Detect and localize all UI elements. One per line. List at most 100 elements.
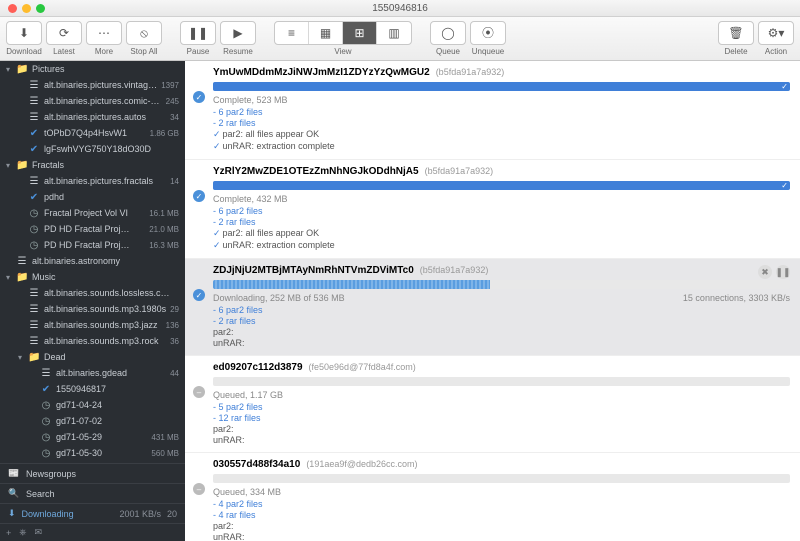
download-status[interactable]: ⬇ Downloading 2001 KB/s 20 xyxy=(0,503,185,523)
sidebar-item-meta: 34 xyxy=(170,113,179,122)
disclosure-icon[interactable]: ▾ xyxy=(4,273,12,282)
item-name: YzRlY2MwZDE1OTEzZmNhNGJkODdhNjA5 xyxy=(213,166,419,177)
view-segmented[interactable]: ≡ ▦ ⊞ ▥ xyxy=(274,21,412,45)
disclosure-icon[interactable]: ▾ xyxy=(16,353,24,362)
sidebar-item[interactable]: ✔pdhd xyxy=(0,189,185,205)
More-icon: ⋯ xyxy=(98,27,110,39)
item-name: ed09207c112d3879 xyxy=(213,362,303,373)
sidebar-item[interactable]: ☰alt.binaries.gdead44 xyxy=(0,365,185,381)
sidebar-section-search[interactable]: 🔍 Search xyxy=(0,483,185,503)
cancel-button[interactable]: ✖ xyxy=(758,265,772,279)
pause-button[interactable]: ❚❚ xyxy=(776,265,790,279)
sidebar-item[interactable]: ◷gd71-05-29431 MB xyxy=(0,429,185,445)
footer-button[interactable]: ⎈ xyxy=(19,527,26,538)
file-line[interactable]: - 6 par2 files xyxy=(213,305,790,315)
footer-button[interactable]: ✉ xyxy=(34,527,42,538)
Download-button[interactable]: ⬇ xyxy=(7,22,41,44)
disclosure-icon[interactable]: ▾ xyxy=(4,65,12,74)
Delete-button[interactable]: 🗑 xyxy=(719,22,753,44)
Queue-icon: ◯ xyxy=(441,27,454,39)
file-line[interactable]: - 2 rar files xyxy=(213,118,790,128)
view-mode-icon: ▥ xyxy=(388,27,399,39)
view-mode-button[interactable]: ▥ xyxy=(377,22,411,44)
view-label: View xyxy=(334,47,351,56)
sidebar-item-meta: 560 MB xyxy=(151,449,179,458)
view-mode-button[interactable]: ▦ xyxy=(309,22,343,44)
download-item[interactable]: –030557d488f34a10(191aea9f@dedb26cc.com)… xyxy=(185,453,800,541)
sidebar-item[interactable]: ✔lgFswhVYG750Y18dO30D xyxy=(0,141,185,157)
download-item[interactable]: ✓✖❚❚ZDJjNjU2MTBjMTAyNmRhNTVmZDViMTc0(b5f… xyxy=(185,259,800,356)
file-line[interactable]: - 5 par2 files xyxy=(213,402,790,412)
sidebar-item[interactable]: ◷PD HD Fractal Proj…16.3 MB xyxy=(0,237,185,253)
toolbar-label: Stop All xyxy=(130,47,157,56)
sidebar-item-label: alt.binaries.astronomy xyxy=(32,256,175,266)
item-status-text: Queued, 334 MB xyxy=(213,487,281,497)
sidebar-item[interactable]: ✔tOPbD7Q4p4HsvW11.86 GB xyxy=(0,125,185,141)
sidebar-item[interactable]: ▾📁Music xyxy=(0,269,185,285)
sidebar-item[interactable]: ☰alt.binaries.pictures.fractals14 xyxy=(0,173,185,189)
sidebar-item[interactable]: ☰alt.binaries.pictures.autos34 xyxy=(0,109,185,125)
proc-text: unRAR: extraction complete xyxy=(223,240,335,250)
sidebar-item[interactable]: ◷gd71-04-24 xyxy=(0,397,185,413)
view-mode-icon: ▦ xyxy=(320,27,331,39)
clock-icon: ◷ xyxy=(40,432,52,443)
file-line[interactable]: - 2 rar files xyxy=(213,217,790,227)
file-line[interactable]: - 6 par2 files xyxy=(213,206,790,216)
check-icon: ✓ xyxy=(213,141,221,151)
sidebar-item[interactable]: ☰alt.binaries.sounds.mp3.1980s29 xyxy=(0,301,185,317)
sidebar-item[interactable]: ▾📁Fractals xyxy=(0,157,185,173)
file-line[interactable]: - 12 rar files xyxy=(213,413,790,423)
sidebar-item[interactable]: ✔1550946817 xyxy=(0,381,185,397)
footer-button[interactable]: + xyxy=(6,528,11,538)
sidebar-item[interactable]: ☰alt.binaries.astronomy xyxy=(0,253,185,269)
sidebar-item-meta: 1.86 GB xyxy=(150,129,179,138)
search-icon: 🔍 xyxy=(8,488,20,499)
sidebar-item[interactable]: ☰alt.binaries.pictures.comic-st…245 xyxy=(0,93,185,109)
Delete-icon: 🗑 xyxy=(728,27,743,39)
disclosure-icon[interactable]: ▾ xyxy=(4,161,12,170)
sidebar-item[interactable]: ☰alt.binaries.pictures.vintage…1397 xyxy=(0,77,185,93)
source-list[interactable]: ▾📁Pictures☰alt.binaries.pictures.vintage… xyxy=(0,61,185,463)
view-mode-button[interactable]: ⊞ xyxy=(343,22,377,44)
Resume-button[interactable]: ▶ xyxy=(221,22,255,44)
sidebar-item-meta: 16.1 MB xyxy=(149,209,179,218)
Latest-button[interactable]: ⟳ xyxy=(47,22,81,44)
sidebar-item-label: gd71-04-24 xyxy=(56,400,175,410)
download-item[interactable]: ✓YzRlY2MwZDE1OTEzZmNhNGJkODdhNjA5(b5fda9… xyxy=(185,160,800,259)
sidebar-item-meta: 21.0 MB xyxy=(149,225,179,234)
item-hash: (fe50e96d@77fd8a4f.com) xyxy=(309,362,416,372)
Unqueue-icon: ⦿ xyxy=(482,27,494,39)
sidebar-item[interactable]: ◷gd71-07-02 xyxy=(0,413,185,429)
sidebar-item[interactable]: ☰alt.binaries.sounds.mp3.jazz136 xyxy=(0,317,185,333)
sidebar-item-label: alt.binaries.sounds.mp3.1980s xyxy=(44,304,166,314)
download-item[interactable]: –ed09207c112d3879(fe50e96d@77fd8a4f.com)… xyxy=(185,356,800,453)
sidebar-item[interactable]: ◷gd71-05-30560 MB xyxy=(0,445,185,461)
toolbar-label: Delete xyxy=(724,47,747,56)
sidebar-item[interactable]: ◷PD HD Fractal Proj…21.0 MB xyxy=(0,221,185,237)
file-icon: ☰ xyxy=(28,176,40,187)
window-title: 1550946816 xyxy=(0,3,800,14)
file-line[interactable]: - 6 par2 files xyxy=(213,107,790,117)
file-line[interactable]: - 4 rar files xyxy=(213,510,790,520)
Unqueue-button[interactable]: ⦿ xyxy=(471,22,505,44)
Queue-button[interactable]: ◯ xyxy=(431,22,465,44)
view-mode-button[interactable]: ≡ xyxy=(275,22,309,44)
sidebar-section-newsgroups[interactable]: 📰Newsgroups xyxy=(0,463,185,483)
More-button[interactable]: ⋯ xyxy=(87,22,121,44)
sidebar-item[interactable]: ☰alt.binaries.sounds.lossless.c… xyxy=(0,285,185,301)
status-badge: – xyxy=(193,483,205,495)
Pause-button[interactable]: ❚❚ xyxy=(181,22,215,44)
sidebar-item[interactable]: ◷Fractal Project Vol VI16.1 MB xyxy=(0,205,185,221)
status-badge: ✓ xyxy=(193,289,205,301)
sidebar-item[interactable]: ▾📁Dead xyxy=(0,349,185,365)
sidebar-item[interactable]: ☰alt.binaries.sounds.mp3.rock36 xyxy=(0,333,185,349)
sidebar-item[interactable]: ▾📁Pictures xyxy=(0,61,185,77)
file-line[interactable]: - 4 par2 files xyxy=(213,499,790,509)
toolbar-label: Latest xyxy=(53,47,75,56)
download-item[interactable]: ✓YmUwMDdmMzJiNWJmMzI1ZDYzYzQwMGU2(b5fda9… xyxy=(185,61,800,160)
progress-bar xyxy=(213,280,790,289)
Action-button[interactable]: ⚙▾ xyxy=(759,22,793,44)
file-line[interactable]: - 2 rar files xyxy=(213,316,790,326)
section-label: Search xyxy=(26,489,55,499)
Stop All-button[interactable]: ⦸ xyxy=(127,22,161,44)
